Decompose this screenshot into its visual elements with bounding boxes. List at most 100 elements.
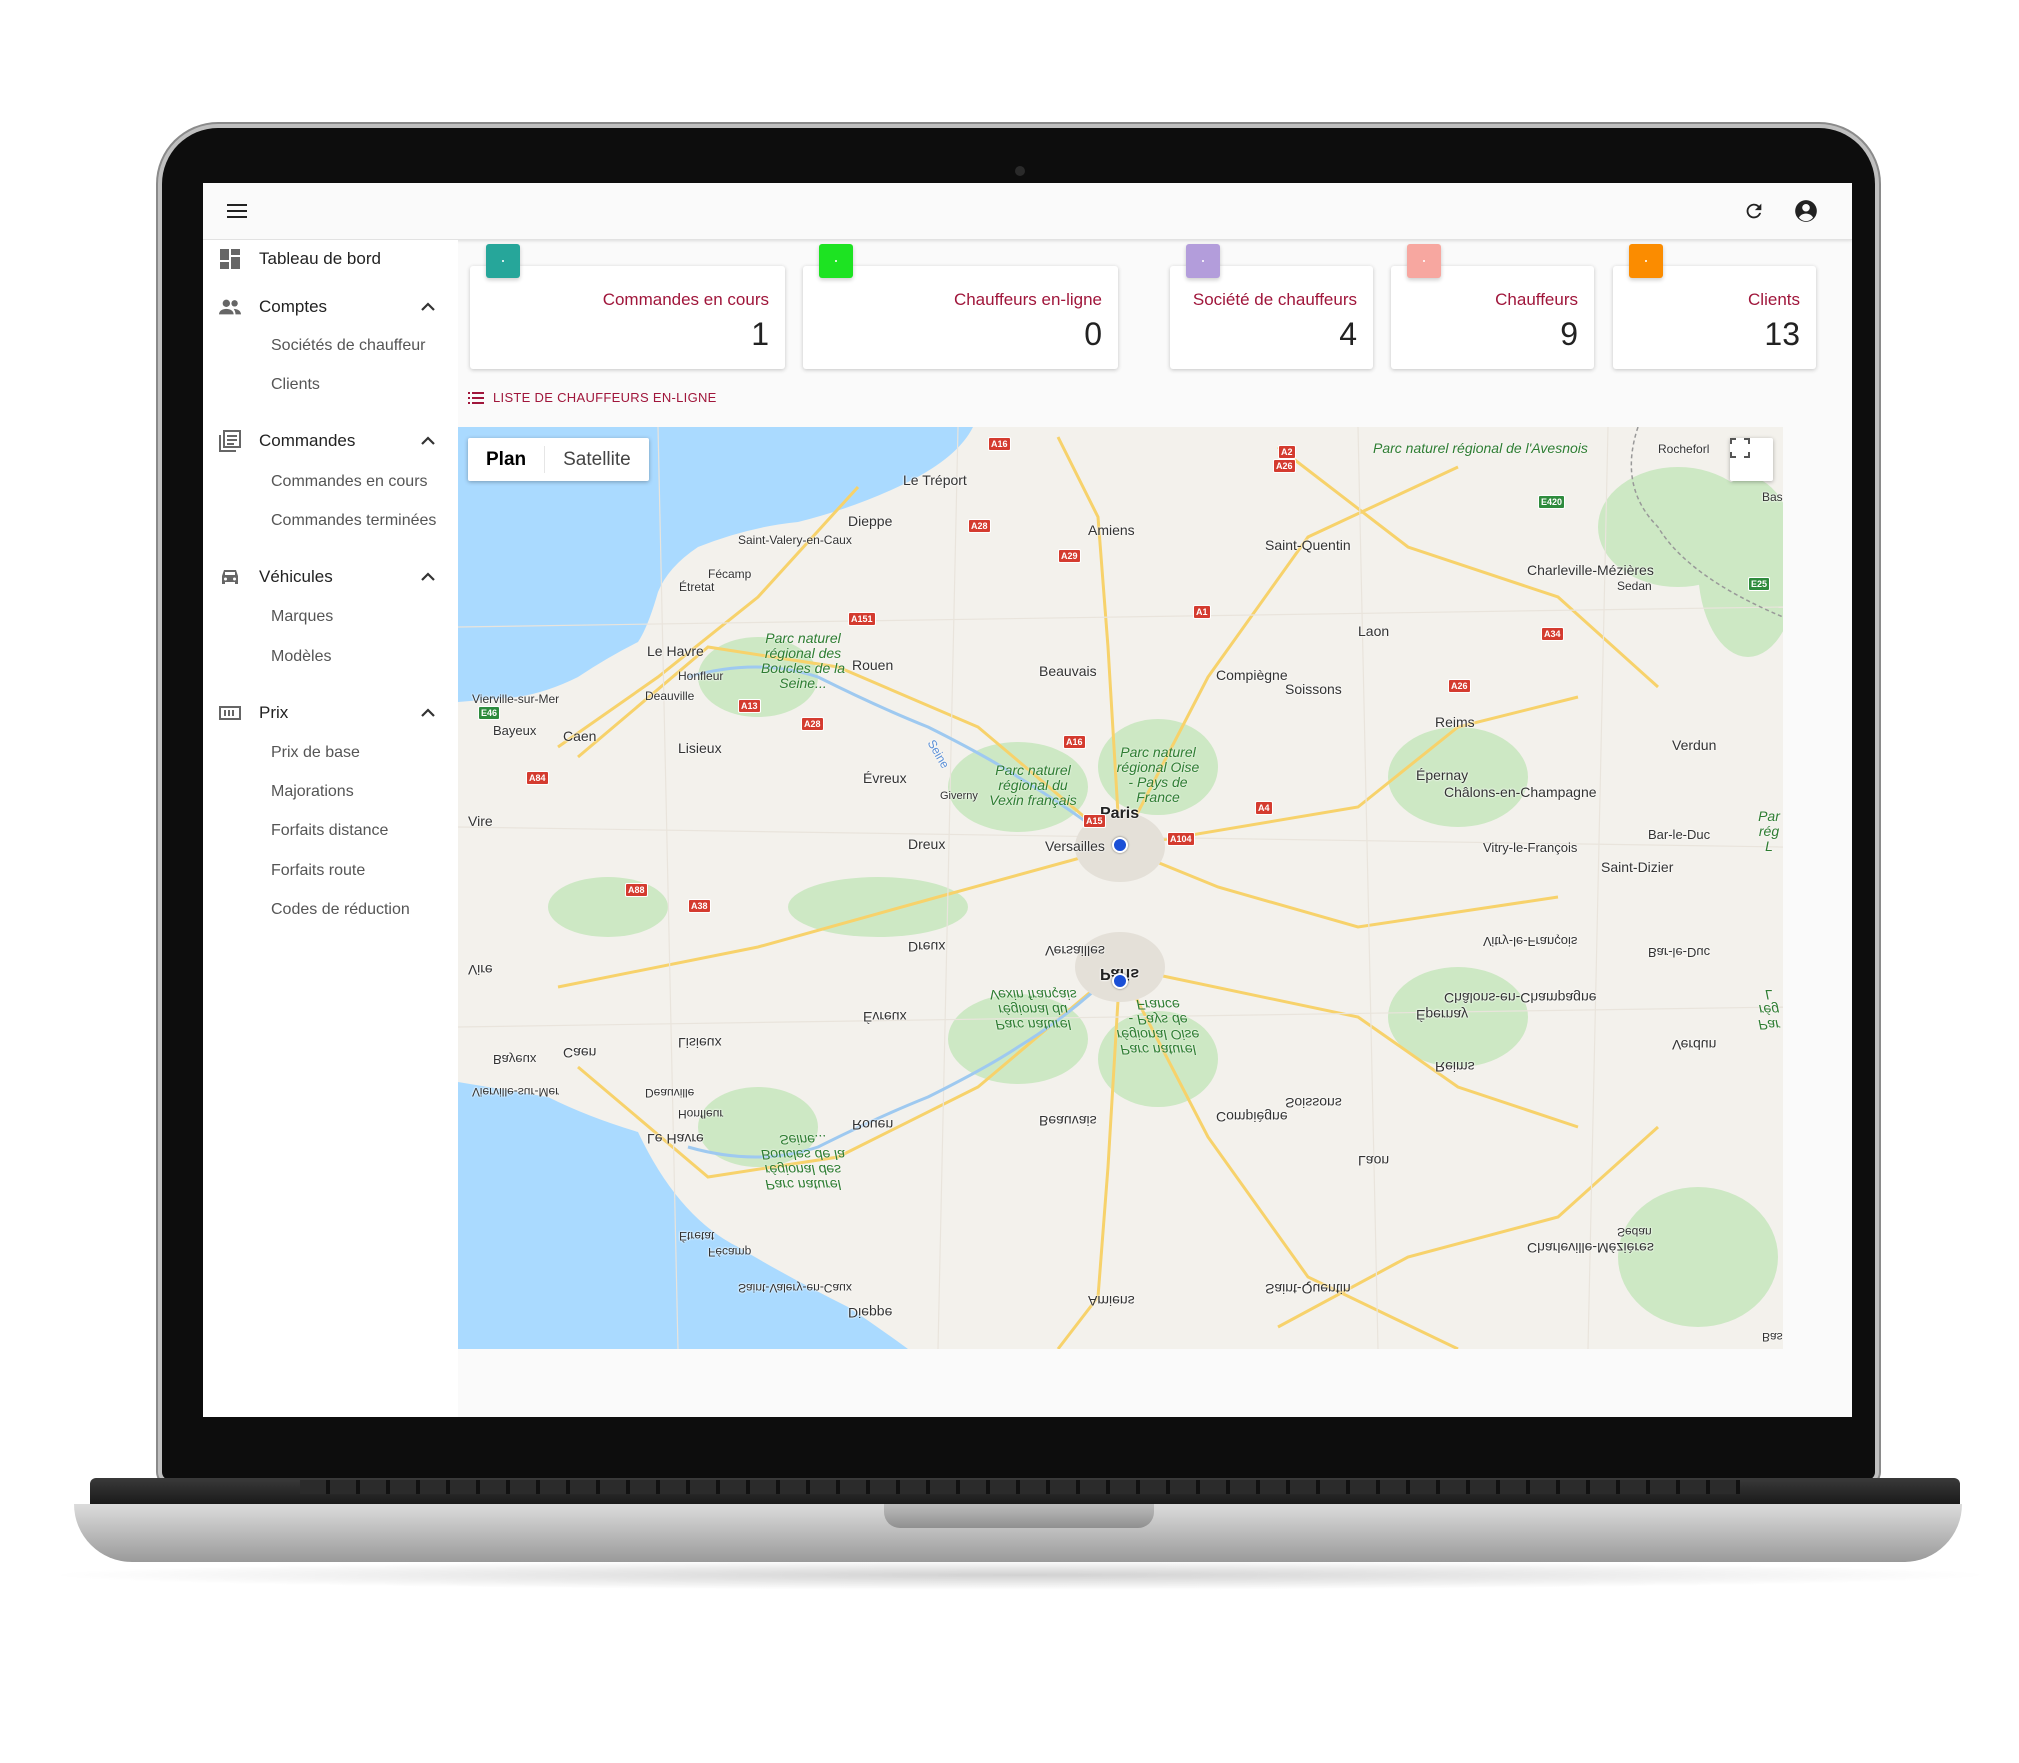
sidebar-item-vehicules[interactable]: Véhicules (203, 558, 458, 596)
map-city-label: Versailles (1045, 838, 1105, 854)
stat-card-chauffeurs-en-ligne[interactable]: Chauffeurs en-ligne 0 (803, 244, 1118, 369)
account-circle-icon[interactable] (1790, 195, 1822, 227)
stat-card-commandes-en-cours[interactable]: Commandes en cours 1 (470, 244, 785, 369)
map-road-shield: A1 (1193, 605, 1211, 619)
map-city-label-mirrored: Amiens (1088, 1293, 1135, 1309)
sidebar-subitem-clients[interactable]: Clients (271, 370, 320, 400)
laptop-keyboard-strip (300, 1480, 1740, 1494)
map-city-label: Honfleur (678, 669, 724, 683)
sidebar-subitem-societes[interactable]: Sociétés de chauffeur (271, 331, 425, 361)
sidebar-subitem-prix-de-base[interactable]: Prix de base (271, 738, 360, 768)
pricing-icon (219, 706, 241, 720)
list-box-icon (219, 430, 241, 452)
map-city-label: Le Tréport (903, 472, 967, 488)
map-city-label: Bar-le-Duc (1648, 827, 1711, 842)
map-park-label: Parc naturel régional du Vexin français (989, 762, 1077, 808)
driver-location-marker[interactable] (1112, 837, 1128, 853)
map-park-label-mirrored: Par rég L (1758, 987, 1780, 1032)
sidebar-item-label: Comptes (259, 297, 328, 316)
map-city-label-mirrored: Bar-le-Duc (1648, 945, 1711, 960)
map-city-label: Vierville-sur-Mer (472, 692, 560, 706)
map-city-label: Beauvais (1039, 663, 1097, 679)
map-city-label: Vire (468, 813, 493, 829)
sidebar-subitem-modeles[interactable]: Modèles (271, 642, 331, 672)
map-city-label: Épernay (1416, 767, 1469, 783)
online-drivers-list-link[interactable]: LISTE DE CHAUFFEURS EN-LIGNE (468, 390, 717, 405)
chevron-up-icon[interactable] (419, 298, 437, 316)
laptop-base-notch (884, 1504, 1154, 1528)
map-park-label: Parc naturel régional des Boucles de la … (760, 630, 846, 691)
sidebar-subitem-commandes-en-cours[interactable]: Commandes en cours (271, 467, 428, 497)
map-type-plan-button[interactable]: Plan (468, 438, 544, 481)
map-road-shield: E46 (478, 706, 501, 720)
laptop-shadow (40, 1560, 2000, 1590)
refresh-icon[interactable] (1738, 195, 1770, 227)
card-color-badge (819, 244, 853, 278)
map-city-label-mirrored: Charleville-Mézières (1527, 1240, 1654, 1256)
map-park-label: Par rég L (1758, 809, 1780, 854)
map-park-label: Parc naturel régional de l'Avesnois (1373, 440, 1588, 456)
map-road-shield: E25 (1748, 577, 1771, 591)
hamburger-menu-icon[interactable] (221, 195, 253, 227)
online-drivers-list-label: LISTE DE CHAUFFEURS EN-LIGNE (493, 390, 717, 405)
map-city-label: Saint-Quentin (1265, 537, 1351, 553)
card-title: Société de chauffeurs (1192, 290, 1357, 309)
map-city-label: Bas (1762, 490, 1783, 504)
map-road-shield: A4 (1255, 801, 1273, 815)
sidebar-item-dashboard[interactable]: Tableau de bord (203, 240, 458, 278)
map-city-label: Saint-Valery-en-Caux (738, 533, 852, 547)
map-city-label: Compiègne (1216, 667, 1288, 683)
map-road-shield: E420 (1538, 495, 1566, 509)
sidebar-item-commandes[interactable]: Commandes (203, 422, 458, 460)
stat-card-clients[interactable]: Clients 13 (1613, 244, 1816, 369)
card-value: 13 (1764, 316, 1800, 352)
map-road-shield: A104 (1167, 832, 1195, 846)
sidebar-item-label: Tableau de bord (259, 249, 381, 268)
map-city-label-mirrored: Fécamp (708, 1245, 752, 1259)
map-city-label: Dreux (908, 836, 946, 852)
map-city-label-mirrored: Vitry-le-François (1483, 934, 1578, 949)
map-view[interactable]: Le Tréport Dieppe Amiens Saint-Quentin R… (458, 427, 1783, 1349)
sidebar-subitem-codes-reduction[interactable]: Codes de réduction (271, 895, 410, 925)
map-city-label: Giverny (940, 790, 978, 802)
map-city-label: Paris (1100, 805, 1140, 822)
sidebar: Tableau de bord Comptes Sociétés de chau… (203, 240, 458, 1417)
card-value: 4 (1339, 316, 1357, 352)
main-content: Commandes en cours 1 Chauffeurs en-ligne… (458, 240, 1852, 1417)
map-city-label: Saint-Dizier (1601, 859, 1674, 875)
map-type-control: Plan Satellite (468, 438, 649, 481)
map-city-label: Châlons-en-Champagne (1444, 784, 1597, 800)
driver-location-marker[interactable] (1112, 973, 1128, 989)
laptop-camera (1015, 166, 1025, 176)
stat-card-chauffeurs[interactable]: Chauffeurs 9 (1391, 244, 1594, 369)
chevron-up-icon[interactable] (419, 568, 437, 586)
sidebar-subitem-majorations[interactable]: Majorations (271, 777, 354, 807)
map-type-satellite-button[interactable]: Satellite (545, 438, 649, 481)
card-title: Clients (1748, 290, 1800, 309)
map-city-label: Laon (1358, 623, 1390, 639)
chevron-up-icon[interactable] (419, 704, 437, 722)
sidebar-subitem-marques[interactable]: Marques (271, 602, 333, 632)
sidebar-item-prix[interactable]: Prix (203, 694, 458, 732)
stat-card-societe-de-chauffeurs[interactable]: Société de chauffeurs 4 (1170, 244, 1373, 369)
sidebar-subitem-forfaits-distance[interactable]: Forfaits distance (271, 816, 388, 846)
map-city-label-mirrored: Verdun (1672, 1037, 1717, 1053)
sidebar-item-comptes[interactable]: Comptes (203, 288, 458, 326)
card-value: 9 (1560, 316, 1578, 352)
map-city-label: Bayeux (493, 723, 537, 738)
map-city-label: Caen (563, 728, 597, 744)
app-topbar (203, 183, 1852, 240)
map-city-label-mirrored: Compiègne (1216, 1109, 1288, 1125)
map-road-shield: A34 (1541, 627, 1564, 641)
map-road-shield: A16 (988, 437, 1011, 451)
sidebar-subitem-forfaits-route[interactable]: Forfaits route (271, 856, 365, 886)
people-icon (219, 299, 241, 315)
dashboard-icon (220, 249, 240, 269)
map-park-label-mirrored: Parc naturel régional du Vexin français (989, 987, 1077, 1033)
map-city-label-mirrored: Lisieux (678, 1035, 722, 1051)
chevron-up-icon[interactable] (419, 432, 437, 450)
map-city-label: Vitry-le-François (1483, 840, 1578, 855)
fullscreen-icon[interactable] (1730, 438, 1773, 481)
sidebar-subitem-commandes-terminees[interactable]: Commandes terminées (271, 506, 436, 536)
map-city-label-mirrored: Soissons (1285, 1095, 1342, 1111)
